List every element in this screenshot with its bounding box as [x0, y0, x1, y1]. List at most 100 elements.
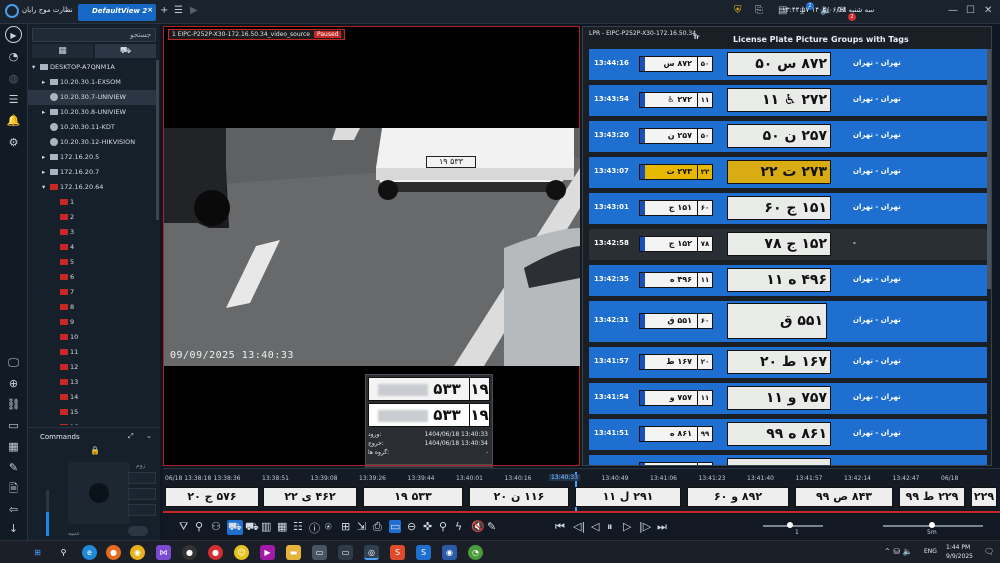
- grid-icon[interactable]: ▦: [5, 438, 22, 455]
- lpr-row[interactable]: 13:41:51 ۹۹ ۸۶۱ ه ۸۶۱ ه ۹۹ تهران - تهران: [589, 419, 987, 450]
- app-s-red-icon[interactable]: S: [390, 545, 405, 560]
- maximize-icon[interactable]: ☐: [966, 5, 975, 16]
- expand-arrow-icon[interactable]: ▸: [42, 165, 50, 180]
- record-icon[interactable]: ▭: [389, 520, 402, 533]
- bike-icon[interactable]: ⚇: [211, 520, 221, 533]
- reports-icon[interactable]: ◔: [5, 48, 22, 65]
- plugins-icon[interactable]: ⚙: [5, 134, 22, 151]
- lpr-row[interactable]: 13:41:54 ۱۱ ۷۵۷ و ۷۵۷ و ۱۱ تهران - تهران: [589, 383, 987, 414]
- clock-date[interactable]: 9/9/2025: [946, 553, 973, 560]
- app-purple-icon[interactable]: ▶: [260, 545, 275, 560]
- tree-node[interactable]: ▸ 10.20.30.8-UNIVIEW: [28, 105, 156, 120]
- tray-icons[interactable]: ⌃ ⛁ 🔈: [884, 547, 912, 556]
- tree-search-input[interactable]: جستجو: [32, 28, 156, 42]
- app-yellow-icon[interactable]: ☺: [234, 545, 249, 560]
- folder-icon[interactable]: ▬: [286, 545, 301, 560]
- lpr-row[interactable]: 13:42:58 ۷۸ ۱۵۲ ج ۱۵۲ ج ۷۸ -: [589, 229, 987, 260]
- export-clip-icon[interactable]: ⇲: [357, 520, 366, 533]
- lpr-plate-picture[interactable]: ۷۵۷ و ۱۱: [727, 386, 831, 410]
- tree-node[interactable]: 7: [28, 285, 156, 300]
- flash-icon[interactable]: ϟ: [455, 520, 462, 533]
- truck-icon[interactable]: ⛟: [245, 520, 259, 535]
- link-icon[interactable]: ⛓: [5, 396, 22, 413]
- app-green-icon[interactable]: ◔: [468, 545, 483, 560]
- timeline-thumbnail[interactable]: ۸۴۳ ص ۹۹: [795, 487, 893, 507]
- expand-arrow-icon[interactable]: ▸: [42, 105, 50, 120]
- visual-studio-icon[interactable]: ⋈: [156, 545, 171, 560]
- lpr-plate-picture[interactable]: ۵۵۱ ق: [727, 303, 827, 339]
- alarm-icon[interactable]: 🔔: [5, 112, 22, 129]
- lpr-row[interactable]: 13:43:54 ۱۱ ۲۷۲ ♿ ۲۷۲ ♿ ۱۱ تهران - تهران: [589, 85, 987, 116]
- lpr-scrollbar[interactable]: [987, 49, 991, 289]
- lpr-plate-picture[interactable]: ۲۷۳ ت ۲۲: [727, 160, 831, 184]
- tree-node[interactable]: ▸ 172.16.20.7: [28, 165, 156, 180]
- firefox-icon[interactable]: ●: [106, 545, 121, 560]
- lpr-row[interactable]: 13:43:07 ۲۲ ۲۷۳ ت ۲۷۳ ت ۲۲ تهران - تهران: [589, 157, 987, 188]
- lpr-plate-picture[interactable]: ۱۵۲ ج ۷۸: [727, 232, 831, 256]
- tree-node[interactable]: ▾ 172.16.20.64: [28, 180, 156, 195]
- plate-icon[interactable]: ▭: [5, 417, 22, 434]
- timeline-thumbnail[interactable]: ۲۲۹: [971, 487, 997, 507]
- brush-tool-icon[interactable]: ✎: [487, 520, 496, 533]
- windows-start-icon[interactable]: ⊞: [30, 545, 45, 560]
- expand-arrow-icon[interactable]: ▸: [42, 75, 50, 90]
- search-icon[interactable]: ⚲: [439, 520, 447, 533]
- lpr-plate-picture[interactable]: ۸۶۱ ه ۹۹: [727, 422, 831, 446]
- shield-icon[interactable]: ⛨: [734, 5, 742, 16]
- expand-arrow-icon[interactable]: ▾: [42, 180, 50, 195]
- zoom-icon[interactable]: ⊖: [407, 520, 416, 533]
- zoom-field[interactable]: [128, 472, 156, 484]
- lpr-row[interactable]: 13:44:16 ۵۰ ۸۷۲ س ۸۷۲ س ۵۰ تهران - تهران: [589, 49, 987, 80]
- tree-node[interactable]: ▾ DESKTOP-A7QNM1A: [28, 60, 156, 75]
- lpr-row[interactable]: 13:42:35 ۱۱ ۴۹۶ ه ۴۹۶ ه ۱۱ تهران - تهران: [589, 265, 987, 296]
- speed-slider[interactable]: [763, 522, 823, 528]
- lpr-row[interactable]: 13:41:57 ۲۰ ۱۶۷ ط ۱۶۷ ط ۲۰ تهران - تهران: [589, 347, 987, 378]
- tree-node[interactable]: 3: [28, 225, 156, 240]
- chrome-icon[interactable]: ◉: [130, 545, 145, 560]
- col-picture-header[interactable]: License Plate Picture: [733, 35, 828, 44]
- person-icon[interactable]: ⚲: [195, 520, 203, 533]
- clock-time[interactable]: 1:44 PM: [946, 544, 970, 551]
- brush-icon[interactable]: ✎: [5, 459, 22, 476]
- active-app-icon[interactable]: ◎: [364, 545, 379, 560]
- lpr-row[interactable]: 13:42:31 ۶۰ ۵۵۱ ق ۵۵۱ ق تهران - تهران: [589, 301, 987, 342]
- tab-defaultview-2[interactable]: DefaultView 2 ×: [78, 4, 156, 21]
- timeline-thumbnail[interactable]: ۱۱۶ ن ۲۰: [469, 487, 569, 507]
- tree-scrollbar[interactable]: [156, 60, 159, 220]
- lpr-plate-picture[interactable]: ۲۷۲ ♿ ۱۱: [727, 88, 831, 112]
- tree-node[interactable]: 10.20.30.12-HIKVISION: [28, 135, 156, 150]
- lock-icon[interactable]: 🔒: [90, 446, 100, 455]
- skip-end-icon[interactable]: ⏭: [657, 520, 667, 534]
- tree-node[interactable]: 11: [28, 345, 156, 360]
- export-icon[interactable]: ⎘: [755, 5, 763, 16]
- fit-icon[interactable]: ⊞: [341, 520, 350, 533]
- mute-icon[interactable]: 🔇: [471, 520, 485, 533]
- tree-node[interactable]: 12: [28, 360, 156, 375]
- map-pin-icon[interactable]: ◍: [5, 70, 22, 87]
- list-view-icon[interactable]: ☷: [293, 520, 303, 533]
- play-reverse-icon[interactable]: ◁: [591, 520, 599, 533]
- timeline-thumbnail[interactable]: ۲۲۹ ط ۹۹: [899, 487, 965, 507]
- lpr-plate-picture[interactable]: ۱۵۱ ج ۶۰: [727, 196, 831, 220]
- tab-close-icon[interactable]: ×: [147, 6, 153, 14]
- tree-node[interactable]: 16: [28, 420, 156, 425]
- monitor-icon[interactable]: 🖵: [5, 354, 22, 371]
- timeline-thumbnail[interactable]: ۲۹۱ ل ۱۱: [575, 487, 681, 507]
- taskbar-search-icon[interactable]: ⚲: [56, 545, 71, 560]
- timeline-thumbnail[interactable]: ۴۶۲ ی ۲۲: [263, 487, 357, 507]
- terminal-icon[interactable]: ▭: [338, 545, 353, 560]
- col-groups-header[interactable]: Groups with Tags: [831, 35, 909, 44]
- tree-node[interactable]: 4: [28, 240, 156, 255]
- timeline-thumbnail[interactable]: ۵۳۳ ۱۹: [363, 487, 463, 507]
- expand-arrow-icon[interactable]: ▾: [32, 60, 40, 75]
- document-icon[interactable]: 🗎: [5, 480, 22, 497]
- play-icon[interactable]: ▷: [623, 520, 631, 533]
- tree-node[interactable]: 13: [28, 375, 156, 390]
- edge-icon[interactable]: e: [82, 545, 97, 560]
- ptz-joystick[interactable]: [68, 462, 130, 524]
- lpr-plate-picture[interactable]: ۲۵۷ ن ۵۰: [727, 124, 831, 148]
- minimize-icon[interactable]: —: [948, 5, 958, 16]
- notification-icon[interactable]: 🗨: [984, 547, 994, 556]
- timeline-thumbnail[interactable]: ۵۷۶ ج ۲۰: [165, 487, 259, 507]
- skip-start-icon[interactable]: ⏮: [555, 520, 565, 534]
